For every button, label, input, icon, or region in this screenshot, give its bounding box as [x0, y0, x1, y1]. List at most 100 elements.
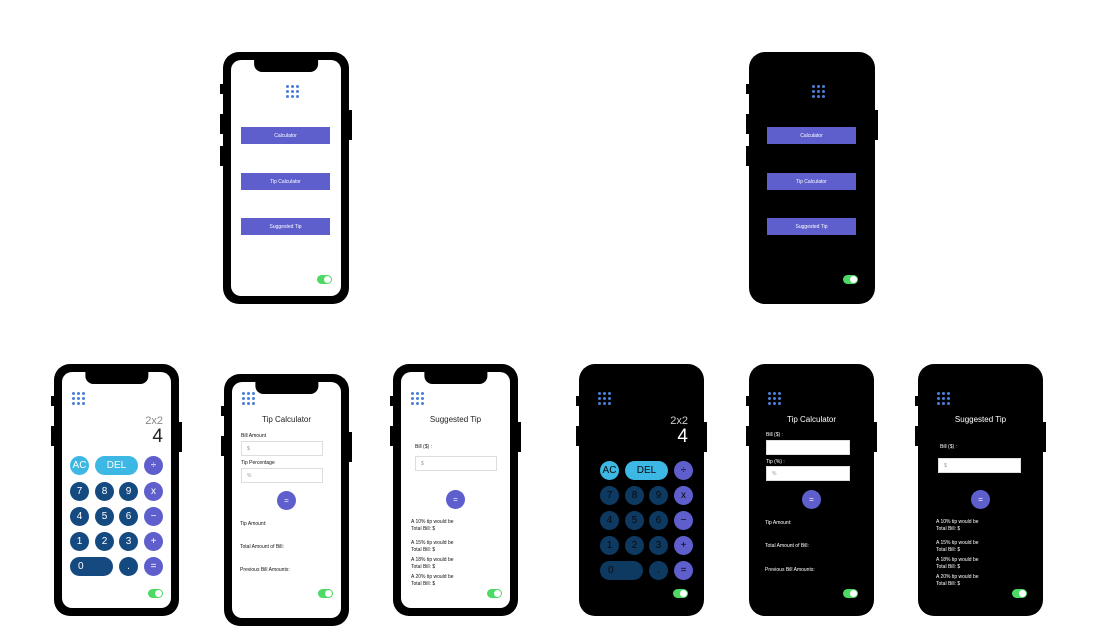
app-grid-logo-icon	[72, 392, 85, 405]
phone-calculator-light: 2x2 4 AC DEL ÷ 7 8 9 x 4 5 6 − 1 2 3 + 0…	[51, 364, 182, 616]
equals-button[interactable]: =	[144, 557, 163, 576]
screen: 2x2 4 AC DEL ÷ 7 8 9 x 4 5 6 − 1 2 3 + 0…	[587, 372, 696, 608]
divide-button[interactable]: ÷	[144, 456, 163, 475]
bill-input[interactable]: $	[938, 458, 1021, 473]
key-5[interactable]: 5	[95, 507, 114, 526]
tip-calculator-button[interactable]: Tip Calculator	[241, 173, 330, 190]
key-2[interactable]: 2	[95, 532, 114, 551]
tip-20-text: A 20% tip would be	[936, 574, 979, 580]
plus-button[interactable]: +	[674, 536, 693, 555]
screen: 2x2 4 AC DEL ÷ 7 8 9 x 4 5 6 − 1 2 3 + 0…	[62, 372, 171, 608]
tip-percentage-input[interactable]: %	[241, 468, 323, 483]
tip-percent-input[interactable]: %	[766, 466, 850, 481]
screen: Suggested Tip Bill ($) : $ = A 10% tip w…	[401, 372, 510, 608]
clear-button[interactable]: AC	[70, 456, 89, 475]
minus-button[interactable]: −	[144, 507, 163, 526]
delete-button[interactable]: DEL	[625, 461, 668, 480]
phone-suggested-tip-light: Suggested Tip Bill ($) : $ = A 10% tip w…	[390, 364, 521, 616]
theme-toggle[interactable]	[487, 589, 502, 598]
phone-calculator-dark: 2x2 4 AC DEL ÷ 7 8 9 x 4 5 6 − 1 2 3 + 0…	[576, 364, 707, 616]
clear-button[interactable]: AC	[600, 461, 619, 480]
key-5[interactable]: 5	[625, 511, 644, 530]
minus-button[interactable]: −	[674, 511, 693, 530]
divide-button[interactable]: ÷	[674, 461, 693, 480]
theme-toggle[interactable]	[148, 589, 163, 598]
key-4[interactable]: 4	[600, 511, 619, 530]
tip-20-text: A 20% tip would be	[411, 574, 454, 580]
key-8[interactable]: 8	[625, 486, 644, 505]
delete-button[interactable]: DEL	[95, 456, 138, 475]
app-grid-logo-icon	[812, 85, 825, 98]
screen: Suggested Tip Bill ($) : $ = A 10% tip w…	[926, 372, 1035, 608]
key-9[interactable]: 9	[649, 486, 668, 505]
tip-18-text: A 18% tip would be	[936, 557, 979, 563]
total-10-text: Total Bill: $	[411, 526, 436, 532]
theme-toggle[interactable]	[318, 589, 333, 598]
total-15-text: Total Bill: $	[411, 547, 436, 553]
tip-percentage-label: Tip Percentage	[241, 460, 275, 466]
notch	[254, 60, 318, 72]
total-amount-label: Total Amount of Bill:	[765, 543, 809, 549]
bill-amount-input[interactable]: $	[241, 441, 323, 456]
total-20-text: Total Bill: $	[936, 581, 961, 587]
multiply-button[interactable]: x	[674, 486, 693, 505]
bill-input[interactable]	[766, 440, 850, 455]
bill-label: Bill ($) :	[415, 444, 432, 450]
key-1[interactable]: 1	[600, 536, 619, 555]
suggested-tip-button[interactable]: Suggested Tip	[241, 218, 330, 235]
key-8[interactable]: 8	[95, 482, 114, 501]
key-7[interactable]: 7	[600, 486, 619, 505]
app-grid-logo-icon	[242, 392, 255, 405]
screen: Calculator Tip Calculator Suggested Tip	[231, 60, 341, 296]
theme-toggle[interactable]	[843, 275, 858, 284]
decimal-button[interactable]: .	[649, 561, 668, 580]
key-1[interactable]: 1	[70, 532, 89, 551]
page-title: Suggested Tip	[954, 415, 1007, 424]
key-0[interactable]: 0	[600, 561, 643, 580]
app-grid-logo-icon	[598, 392, 611, 405]
suggested-tip-button[interactable]: Suggested Tip	[767, 218, 856, 235]
calculate-button[interactable]: =	[446, 490, 465, 509]
notch	[84, 372, 149, 384]
decimal-button[interactable]: .	[119, 557, 138, 576]
bill-input[interactable]: $	[415, 456, 497, 471]
theme-toggle[interactable]	[843, 589, 858, 598]
tip-15-text: A 15% tip would be	[411, 540, 454, 546]
calculator-button[interactable]: Calculator	[241, 127, 330, 144]
key-7[interactable]: 7	[70, 482, 89, 501]
calculate-button[interactable]: =	[277, 491, 296, 510]
tip-calculator-button[interactable]: Tip Calculator	[767, 173, 856, 190]
key-6[interactable]: 6	[649, 511, 668, 530]
result-display: 4	[152, 426, 163, 447]
key-3[interactable]: 3	[119, 532, 138, 551]
phone-tip-calculator-light: Tip Calculator Bill Amount $ Tip Percent…	[221, 374, 352, 626]
total-18-text: Total Bill: $	[411, 564, 436, 570]
previous-amounts-label: Previous Bill Amounts:	[765, 567, 815, 573]
key-0[interactable]: 0	[70, 557, 113, 576]
theme-toggle[interactable]	[1012, 589, 1027, 598]
key-6[interactable]: 6	[119, 507, 138, 526]
phone-tip-calculator-dark: Tip Calculator Bill ($) : Tip (%) : % = …	[746, 364, 877, 616]
calculator-button[interactable]: Calculator	[767, 127, 856, 144]
tip-amount-label: Tip Amount:	[765, 520, 792, 526]
tip-percent-label: Tip (%) :	[766, 459, 785, 465]
calculate-button[interactable]: =	[802, 490, 821, 509]
theme-toggle[interactable]	[317, 275, 332, 284]
key-2[interactable]: 2	[625, 536, 644, 555]
result-display: 4	[677, 426, 688, 447]
equals-button[interactable]: =	[674, 561, 693, 580]
key-4[interactable]: 4	[70, 507, 89, 526]
phone-suggested-tip-dark: Suggested Tip Bill ($) : $ = A 10% tip w…	[915, 364, 1046, 616]
key-3[interactable]: 3	[649, 536, 668, 555]
previous-amounts-label: Previous Bill Amounts:	[240, 567, 290, 573]
theme-toggle[interactable]	[673, 589, 688, 598]
total-18-text: Total Bill: $	[936, 564, 961, 570]
multiply-button[interactable]: x	[144, 482, 163, 501]
bill-label: Bill ($) :	[766, 432, 783, 438]
tip-10-text: A 10% tip would be	[936, 519, 979, 525]
plus-button[interactable]: +	[144, 532, 163, 551]
notch	[423, 372, 488, 384]
calculate-button[interactable]: =	[971, 490, 990, 509]
app-grid-logo-icon	[937, 392, 950, 405]
key-9[interactable]: 9	[119, 482, 138, 501]
